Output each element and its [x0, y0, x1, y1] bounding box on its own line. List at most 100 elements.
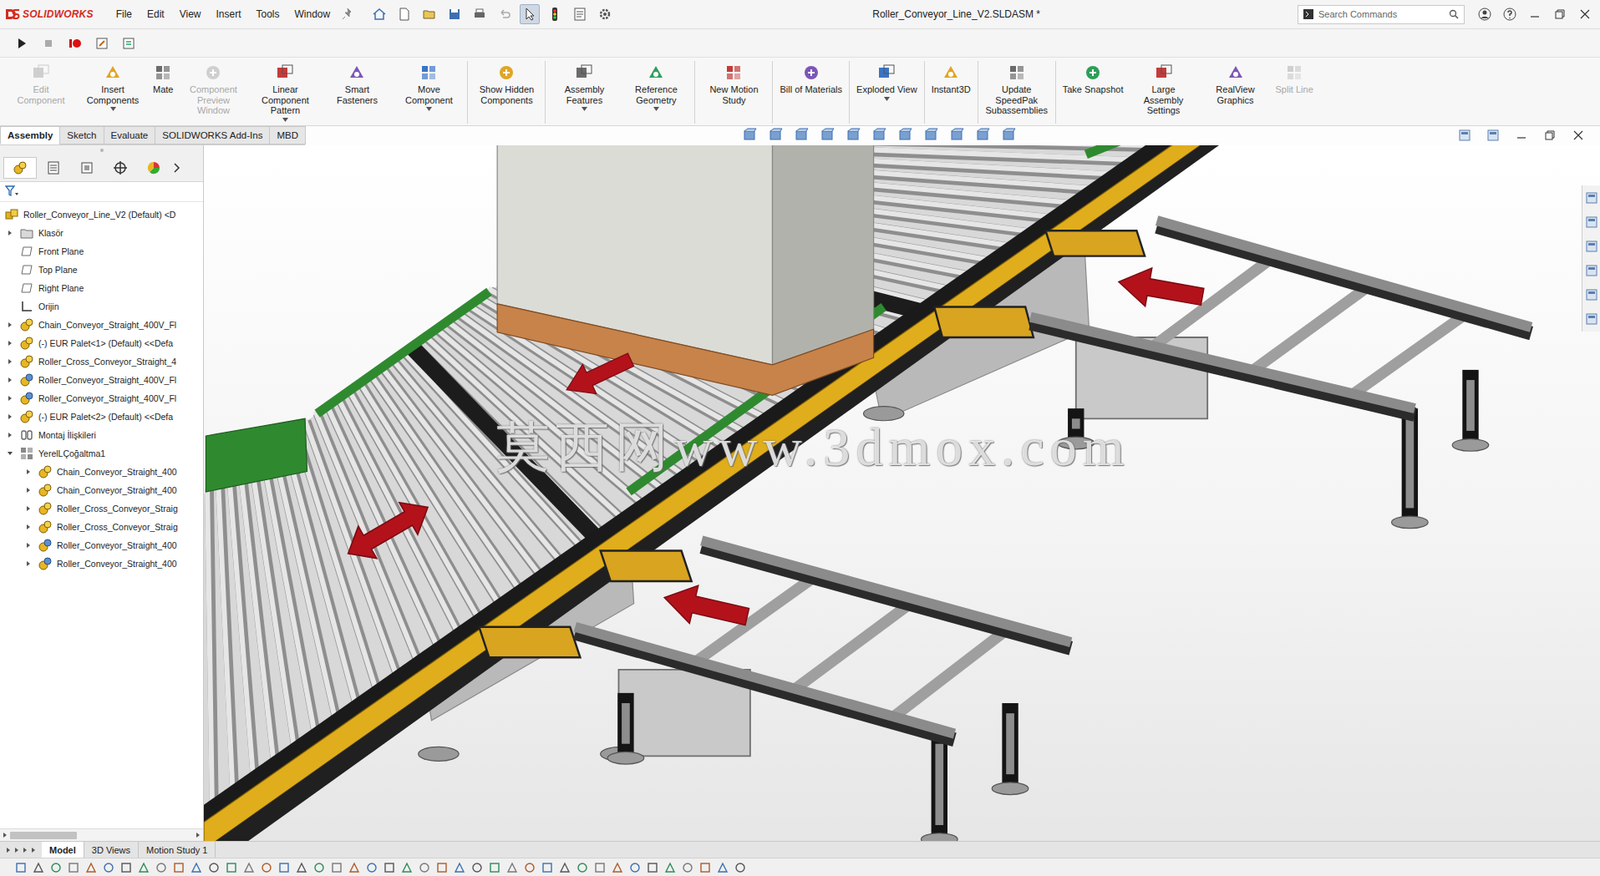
command-tab[interactable]: SOLIDWORKS Add-Ins [154, 126, 270, 145]
tool-icon[interactable] [225, 862, 238, 874]
tree-item[interactable]: Roller_Conveyor_Line_V2 (Default) <D [0, 205, 204, 224]
dropdown-caret-icon[interactable] [653, 106, 660, 112]
tree-item[interactable]: Montaj İlişkileri [0, 426, 204, 445]
caret-right-icon[interactable] [25, 468, 32, 476]
help-button[interactable] [1499, 4, 1520, 25]
command-button[interactable]: Exploded View [852, 60, 922, 103]
hud-button[interactable] [791, 125, 812, 146]
caret-right-icon[interactable] [6, 321, 14, 329]
tool-icon[interactable] [137, 862, 150, 874]
search-box[interactable]: Search Commands [1297, 5, 1465, 25]
property-manager-tab[interactable] [36, 157, 71, 179]
tree-item[interactable]: Klasör [0, 223, 204, 243]
menu-item[interactable]: File [108, 5, 140, 24]
command-button[interactable]: Bill of Materials [775, 60, 847, 97]
tree-caret[interactable] [5, 395, 16, 402]
command-button[interactable]: Move Component [392, 60, 465, 113]
options-button[interactable] [594, 4, 615, 25]
tool-icon[interactable] [611, 862, 624, 874]
tree-caret[interactable] [23, 560, 34, 568]
caret-right-icon[interactable] [25, 560, 32, 568]
tool-icon[interactable] [313, 862, 326, 874]
panel-grip[interactable] [0, 145, 204, 156]
caret-right-icon[interactable] [25, 487, 32, 494]
command-tab[interactable]: Sketch [59, 126, 104, 145]
tool-icon[interactable] [453, 862, 466, 874]
pane-button[interactable] [1454, 125, 1475, 146]
command-button[interactable]: Instant3D [927, 60, 976, 97]
tool-icon[interactable] [523, 862, 536, 874]
caret-right-icon[interactable] [21, 847, 29, 854]
caret-right-icon[interactable] [194, 832, 202, 839]
tree-caret[interactable] [23, 523, 34, 531]
tool-icon[interactable] [208, 862, 220, 874]
hud-button[interactable] [920, 125, 941, 146]
command-button[interactable]: Mate [148, 60, 178, 97]
feature-tree-tab[interactable] [3, 157, 37, 179]
direction-arrow[interactable] [660, 578, 752, 636]
macro-edit-button[interactable] [91, 33, 112, 54]
command-button[interactable]: Linear Component Pattern [248, 60, 321, 124]
tool-icon[interactable] [50, 862, 62, 874]
hud-button[interactable] [946, 125, 967, 146]
bottom-tab[interactable]: Model [41, 842, 85, 859]
caret-right-icon[interactable] [6, 431, 14, 439]
tree-caret[interactable] [23, 505, 34, 513]
command-button[interactable]: Take Snapshot [1058, 60, 1128, 97]
tool-icon[interactable] [383, 862, 396, 874]
tree-item[interactable]: (-) EUR Palet<1> (Default) <<Defa [0, 334, 204, 353]
menu-item[interactable]: Window [287, 5, 339, 24]
stop-button[interactable] [38, 33, 59, 54]
hud-button[interactable] [972, 125, 993, 146]
undo-button[interactable] [494, 4, 515, 25]
command-button[interactable]: Update SpeedPak Subassemblies [980, 60, 1053, 118]
tree-item[interactable]: Roller_Conveyor_Straight_400 [0, 536, 204, 555]
tree-caret[interactable] [5, 450, 16, 458]
filter-icon[interactable] [5, 185, 19, 198]
tool-icon[interactable] [67, 862, 80, 874]
tree-item[interactable]: Right Plane [0, 279, 204, 298]
caret-right-icon[interactable] [6, 229, 14, 237]
tool-icon[interactable] [716, 862, 729, 874]
chevron-right-icon[interactable] [170, 162, 183, 174]
tree-item[interactable]: Chain_Conveyor_Straight_400 [0, 462, 204, 482]
caret-right-icon[interactable] [13, 847, 21, 854]
tool-icon[interactable] [401, 862, 413, 874]
tree-caret[interactable] [5, 376, 16, 384]
tool-icon[interactable] [102, 862, 115, 874]
tree-caret[interactable] [5, 413, 16, 421]
tree-caret[interactable] [23, 487, 34, 494]
home-button[interactable] [369, 4, 390, 25]
tool-icon[interactable] [120, 862, 133, 874]
tree-item[interactable]: Roller_Cross_Conveyor_Straight_4 [0, 352, 204, 371]
command-tab[interactable]: MBD [269, 126, 306, 145]
tool-icon[interactable] [348, 862, 361, 874]
dropdown-caret-icon[interactable] [883, 96, 890, 102]
caret-down-icon[interactable] [6, 450, 14, 458]
tool-icon[interactable] [681, 862, 694, 874]
caret-right-icon[interactable] [30, 847, 37, 854]
tree-item[interactable]: Chain_Conveyor_Straight_400V_Fl [0, 315, 204, 335]
tree-item[interactable]: Roller_Cross_Conveyor_Straig [0, 499, 204, 519]
tool-icon[interactable] [734, 862, 747, 874]
hud-button[interactable] [843, 125, 864, 146]
tool-icon[interactable] [15, 862, 27, 874]
hud-button[interactable] [765, 125, 786, 146]
caret-right-icon[interactable] [6, 358, 14, 366]
tree-filter[interactable] [0, 182, 204, 203]
pane-button[interactable] [1581, 260, 1600, 281]
pane-button[interactable] [1581, 309, 1600, 330]
pane-button[interactable] [1581, 187, 1600, 209]
transfer-arrow[interactable] [339, 491, 437, 570]
caret-right-icon[interactable] [25, 523, 32, 531]
pin-button[interactable] [337, 4, 358, 25]
direction-arrow[interactable] [1115, 262, 1206, 316]
save-button[interactable] [444, 4, 465, 25]
tool-icon[interactable] [172, 862, 185, 874]
tool-icon[interactable] [365, 862, 378, 874]
dropdown-caret-icon[interactable] [282, 117, 289, 122]
tree-item[interactable]: Orijin [0, 297, 204, 316]
select-button[interactable] [519, 4, 540, 25]
tool-icon[interactable] [541, 862, 554, 874]
tool-icon[interactable] [436, 862, 448, 874]
